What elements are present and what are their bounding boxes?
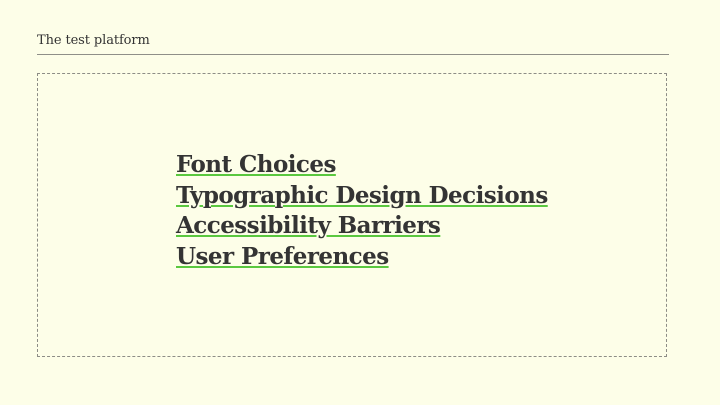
list-item: Typographic Design Decisions — [176, 181, 548, 212]
page-header: The test platform — [37, 32, 669, 55]
test-panel: Font Choices Typographic Design Decision… — [37, 73, 667, 357]
list-item: Font Choices — [176, 150, 548, 181]
site-title: The test platform — [37, 33, 150, 48]
font-choices-link[interactable]: Font Choices — [176, 150, 336, 180]
accessibility-barriers-link[interactable]: Accessibility Barriers — [176, 211, 441, 241]
user-preferences-link[interactable]: User Preferences — [176, 242, 389, 272]
topic-link-list: Font Choices Typographic Design Decision… — [176, 150, 548, 272]
typographic-design-decisions-link[interactable]: Typographic Design Decisions — [176, 181, 548, 211]
list-item: User Preferences — [176, 242, 548, 273]
list-item: Accessibility Barriers — [176, 211, 548, 242]
